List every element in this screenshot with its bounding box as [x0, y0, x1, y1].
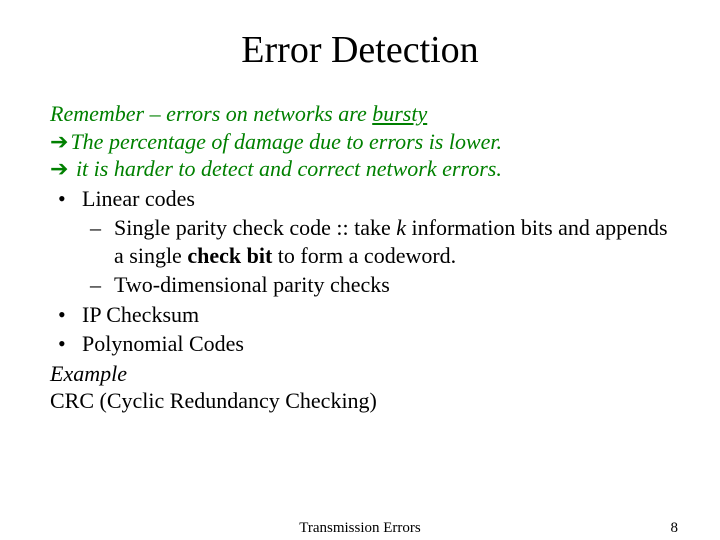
remember-line: Remember – errors on networks are bursty [50, 100, 670, 128]
arrow-line-2: ➔ it is harder to detect and correct net… [50, 155, 670, 183]
slide: Error Detection Remember – errors on net… [0, 0, 720, 540]
page-number: 8 [671, 520, 679, 537]
remember-text: Remember – errors on networks are [50, 101, 372, 126]
crc-line: CRC (Cyclic Redundancy Checking) [50, 387, 670, 415]
arrow-right-icon: ➔ [50, 129, 68, 154]
bullet-polynomial: Polynomial Codes [78, 330, 670, 358]
spcc-checkbit: check bit [187, 243, 272, 268]
spcc-k: k [396, 215, 406, 240]
bullet-list: Linear codes Single parity check code ::… [50, 185, 670, 358]
bullet-ip-checksum: IP Checksum [78, 301, 670, 329]
linear-codes-label: Linear codes [82, 186, 195, 211]
slide-title: Error Detection [50, 28, 670, 72]
slide-body: Remember – errors on networks are bursty… [50, 100, 670, 415]
arrow1-text: The percentage of damage due to errors i… [70, 129, 502, 154]
arrow2-text: it is harder to detect and correct netwo… [70, 156, 501, 181]
sub-two-dim: Two-dimensional parity checks [110, 271, 670, 299]
spcc-post: to form a codeword. [272, 243, 456, 268]
spcc-pre: Single parity check code :: take [114, 215, 396, 240]
footer-title: Transmission Errors [0, 520, 720, 537]
arrow-right-icon: ➔ [50, 156, 68, 181]
bullet-linear-codes: Linear codes Single parity check code ::… [78, 185, 670, 299]
example-label: Example [50, 360, 670, 388]
bursty-word: bursty [372, 101, 427, 126]
arrow-line-1: ➔The percentage of damage due to errors … [50, 128, 670, 156]
sub-single-parity: Single parity check code :: take k infor… [110, 214, 670, 269]
sub-list-linear: Single parity check code :: take k infor… [82, 214, 670, 299]
